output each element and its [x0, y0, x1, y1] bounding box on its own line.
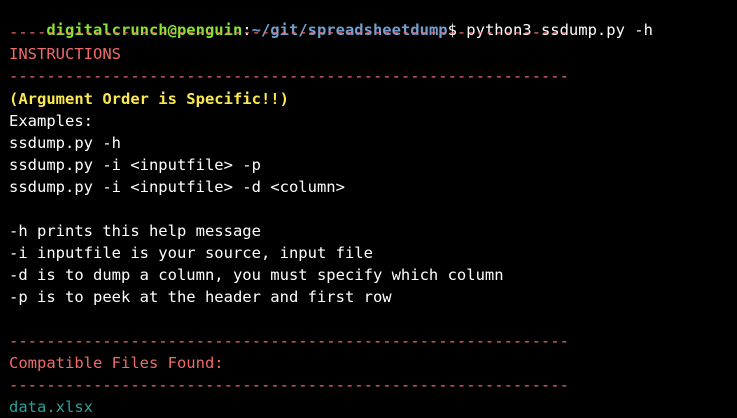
separator-compatible-bottom: ----------------------------------------…: [9, 376, 569, 394]
separator-compatible-top: ----------------------------------------…: [9, 332, 569, 350]
examples-label: Examples:: [9, 112, 93, 130]
example-line: ssdump.py -i <inputfile> -d <column>: [9, 178, 345, 196]
compatible-heading: Compatible Files Found:: [9, 354, 224, 372]
separator-top: ----------------------------------------…: [9, 23, 569, 41]
example-line: ssdump.py -i <inputfile> -p: [9, 156, 261, 174]
warning-text: (Argument Order is Specific!!): [9, 90, 289, 108]
file-item: data.xlsx: [9, 398, 93, 416]
help-line: -i inputfile is your source, input file: [9, 244, 373, 262]
prompt-line: digitalcrunch@penguin:~/git/spreadsheetd…: [9, 0, 653, 39]
help-line: -h prints this help message: [9, 222, 261, 240]
help-line: -p is to peek at the header and first ro…: [9, 288, 392, 306]
separator-instructions: ----------------------------------------…: [9, 67, 569, 85]
terminal-window[interactable]: digitalcrunch@penguin:~/git/spreadsheetd…: [0, 0, 737, 418]
example-line: ssdump.py -h: [9, 134, 121, 152]
instructions-heading: INSTRUCTIONS: [9, 45, 121, 63]
help-line: -d is to dump a column, you must specify…: [9, 266, 504, 284]
